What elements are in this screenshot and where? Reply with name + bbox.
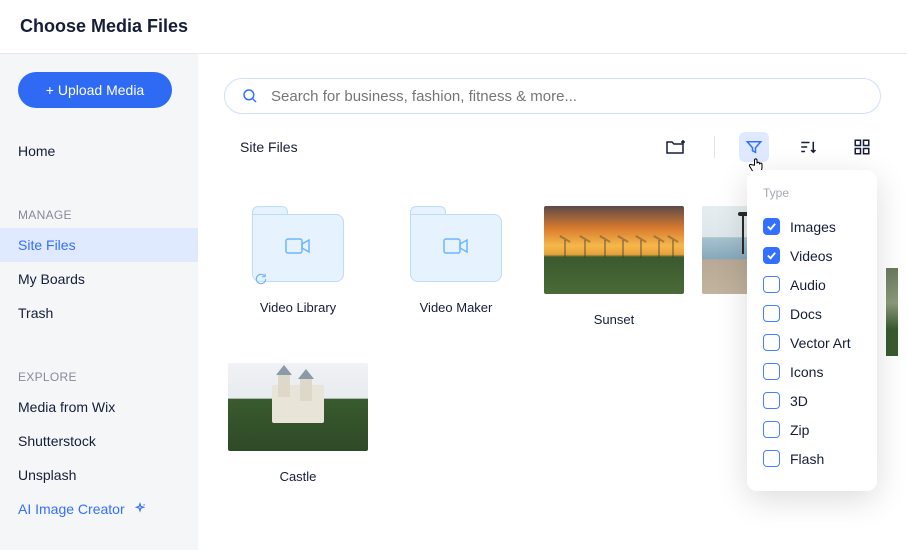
checkbox[interactable]: [763, 276, 780, 293]
toolbar: Site Files: [224, 132, 881, 162]
checkbox[interactable]: [763, 247, 780, 264]
sidebar-item-trash[interactable]: Trash: [0, 296, 198, 330]
filter-option-videos[interactable]: Videos: [763, 241, 861, 270]
sidebar-section-explore: EXPLORE: [0, 362, 198, 390]
checkbox[interactable]: [763, 363, 780, 380]
checkbox[interactable]: [763, 334, 780, 351]
filter-option-label: Vector Art: [790, 335, 851, 351]
filter-option-label: 3D: [790, 393, 808, 409]
image-thumbnail: [544, 206, 684, 294]
folder-thumbnail: [410, 206, 502, 282]
sparkle-icon: [133, 502, 147, 516]
video-icon: [285, 236, 311, 256]
view-grid-button[interactable]: [847, 132, 877, 162]
file-label: Video Library: [260, 300, 336, 315]
checkbox[interactable]: [763, 392, 780, 409]
filter-button[interactable]: [739, 132, 769, 162]
filter-option-images[interactable]: Images: [763, 212, 861, 241]
checkbox[interactable]: [763, 305, 780, 322]
filter-option-label: Docs: [790, 306, 822, 322]
file-item-video-maker[interactable]: Video Maker: [386, 206, 526, 327]
filter-option-vector-art[interactable]: Vector Art: [763, 328, 861, 357]
file-item-castle[interactable]: Castle: [228, 363, 368, 484]
sidebar-item-site-files[interactable]: Site Files: [0, 228, 198, 262]
filter-option-label: Flash: [790, 451, 824, 467]
filter-option-label: Zip: [790, 422, 809, 438]
filter-option-docs[interactable]: Docs: [763, 299, 861, 328]
main-panel: Site Files Video LibraryVideo MakerSunse: [198, 54, 907, 550]
refresh-icon: [254, 272, 268, 286]
checkbox[interactable]: [763, 218, 780, 235]
new-folder-button[interactable]: [660, 132, 690, 162]
filter-option-label: Audio: [790, 277, 826, 293]
filter-option-label: Icons: [790, 364, 823, 380]
page-title: Choose Media Files: [20, 16, 887, 37]
filter-option-label: Images: [790, 219, 836, 235]
file-label: Sunset: [594, 312, 634, 327]
file-item-video-library[interactable]: Video Library: [228, 206, 368, 327]
filter-option-3d[interactable]: 3D: [763, 386, 861, 415]
sidebar-item-media-from-wix[interactable]: Media from Wix: [0, 390, 198, 424]
breadcrumb: Site Files: [228, 139, 298, 155]
sidebar-item-unsplash[interactable]: Unsplash: [0, 458, 198, 492]
file-thumbnail-cropped[interactable]: [886, 268, 898, 356]
sidebar-item-home[interactable]: Home: [0, 134, 198, 168]
sidebar-section-manage: MANAGE: [0, 200, 198, 228]
filter-icon: [745, 138, 763, 156]
file-label: Video Maker: [420, 300, 493, 315]
filter-option-zip[interactable]: Zip: [763, 415, 861, 444]
search-icon: [241, 87, 259, 105]
folder-plus-icon: [665, 138, 685, 156]
sidebar-item-my-boards[interactable]: My Boards: [0, 262, 198, 296]
checkbox[interactable]: [763, 450, 780, 467]
search-bar[interactable]: [224, 78, 881, 114]
filter-panel-title: Type: [763, 186, 861, 200]
image-thumbnail: [228, 363, 368, 451]
sort-icon: [799, 138, 817, 156]
header: Choose Media Files: [0, 0, 907, 54]
grid-icon: [853, 138, 871, 156]
sort-button[interactable]: [793, 132, 823, 162]
file-label: Castle: [280, 469, 317, 484]
file-item-sunset[interactable]: Sunset: [544, 206, 684, 327]
folder-thumbnail: [252, 206, 344, 282]
filter-option-flash[interactable]: Flash: [763, 444, 861, 473]
filter-option-label: Videos: [790, 248, 833, 264]
video-icon: [443, 236, 469, 256]
checkbox[interactable]: [763, 421, 780, 438]
toolbar-divider: [714, 136, 715, 158]
filter-option-icons[interactable]: Icons: [763, 357, 861, 386]
search-input[interactable]: [271, 88, 864, 105]
upload-media-button[interactable]: + Upload Media: [18, 72, 172, 108]
filter-panel: Type Images Videos Audio Docs Vector Art Icon…: [747, 170, 877, 491]
sidebar-item-ai-image-creator[interactable]: AI Image Creator: [0, 492, 198, 526]
sidebar-item-shutterstock[interactable]: Shutterstock: [0, 424, 198, 458]
filter-option-audio[interactable]: Audio: [763, 270, 861, 299]
sidebar: + Upload Media Home MANAGE Site FilesMy …: [0, 54, 198, 550]
